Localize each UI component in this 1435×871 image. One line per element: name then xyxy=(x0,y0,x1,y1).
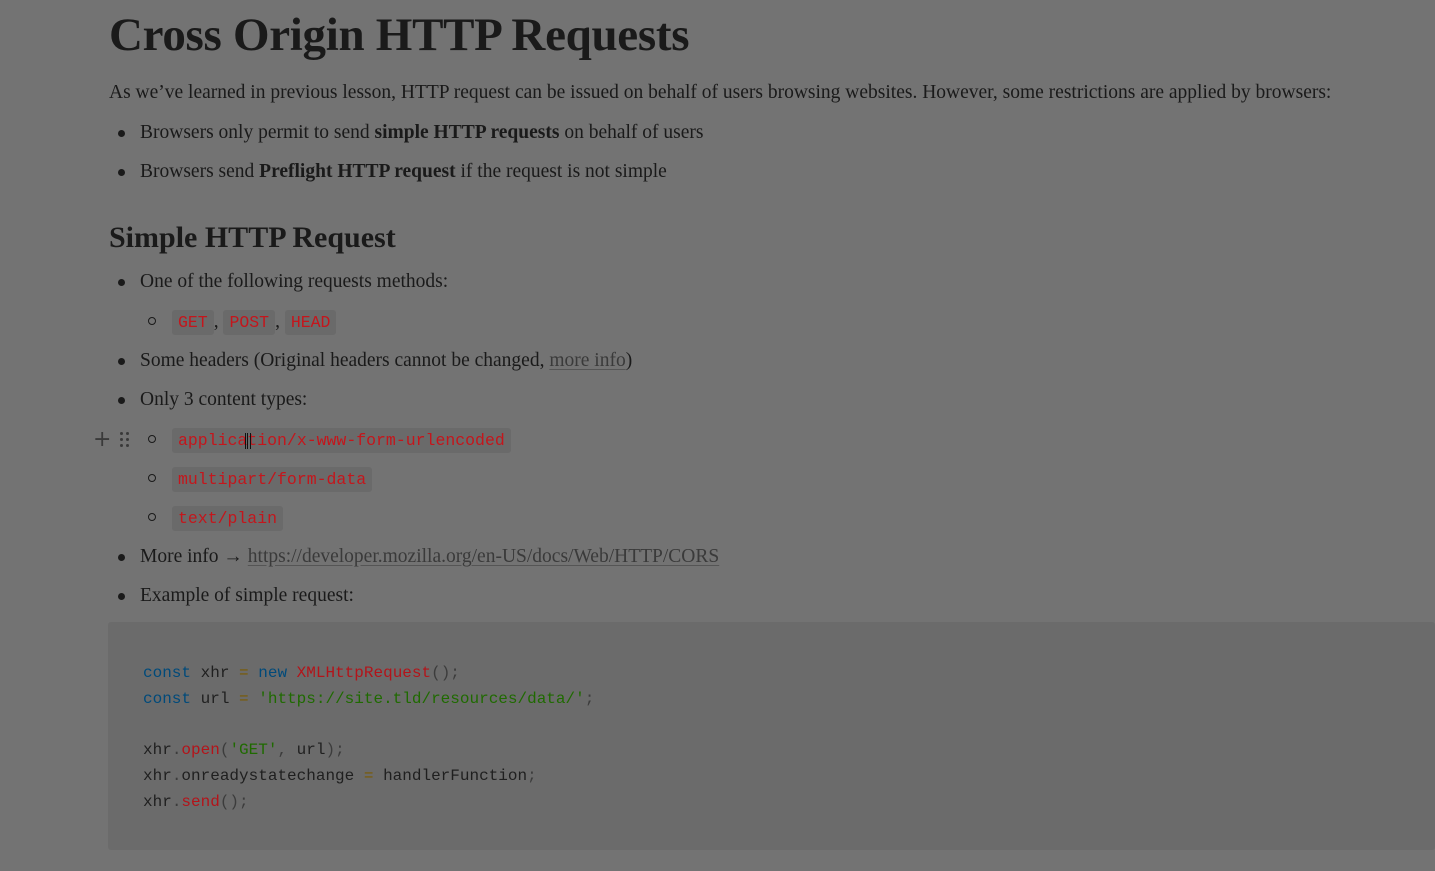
text-cursor-icon xyxy=(245,433,251,449)
bullet-icon xyxy=(118,130,125,137)
inline-code: text/plain xyxy=(172,506,284,531)
bullet-icon xyxy=(118,358,125,365)
inline-code: application/x-www-form-urlencoded xyxy=(172,428,511,453)
list-item: Some headers (Original headers cannot be… xyxy=(118,346,632,376)
list-item: Example of simple request: xyxy=(118,581,354,611)
bullet-icon xyxy=(118,397,125,404)
list-item-content-type: multipart/form-data xyxy=(148,464,373,494)
list-item-content-type[interactable]: application/x-www-form-urlencoded xyxy=(148,425,511,455)
bullet-icon xyxy=(118,279,125,286)
list-item-content-type: text/plain xyxy=(148,503,284,533)
section-heading: Simple HTTP Request xyxy=(109,221,396,254)
code-line: const url = 'https://site.tld/resources/… xyxy=(143,689,595,708)
inline-code: POST xyxy=(223,310,276,335)
code-line: xhr.open('GET', url); xyxy=(143,741,345,760)
list-item: Browsers send Preflight HTTP request if … xyxy=(118,157,667,187)
list-item: One of the following requests methods: xyxy=(118,267,448,297)
inline-code: multipart/form-data xyxy=(172,467,373,492)
mdn-cors-link[interactable]: https://developer.mozilla.org/en-US/docs… xyxy=(248,546,719,567)
bullet-icon xyxy=(118,169,125,176)
drag-handle-icon[interactable] xyxy=(120,432,130,448)
code-line: xhr.send(); xyxy=(143,792,249,811)
list-item: More info → https://developer.mozilla.or… xyxy=(118,542,719,572)
circle-bullet-icon xyxy=(148,435,156,443)
bullet-icon xyxy=(118,554,125,561)
page-title: Cross Origin HTTP Requests xyxy=(109,9,690,61)
circle-bullet-icon xyxy=(148,317,156,325)
code-line: const xhr = new XMLHttpRequest(); xyxy=(143,664,460,682)
circle-bullet-icon xyxy=(148,513,156,521)
code-content: const xhr = new XMLHttpRequest(); const … xyxy=(143,661,594,816)
circle-bullet-icon xyxy=(148,474,156,482)
list-item-methods: GET, POST, HEAD xyxy=(148,307,337,337)
list-item: Browsers only permit to send simple HTTP… xyxy=(118,118,703,148)
intro-paragraph: As we’ve learned in previous lesson, HTT… xyxy=(109,82,1332,103)
code-line: xhr.onreadystatechange = handlerFunction… xyxy=(143,767,537,786)
code-block[interactable]: const xhr = new XMLHttpRequest(); const … xyxy=(108,622,1435,850)
bullet-icon xyxy=(118,593,125,600)
document-page: Cross Origin HTTP Requests As we’ve lear… xyxy=(0,0,1435,871)
inline-code: HEAD xyxy=(284,310,337,335)
plus-icon[interactable]: + xyxy=(93,429,111,451)
inline-code: GET xyxy=(172,310,214,335)
list-item: Only 3 content types: xyxy=(118,385,307,415)
more-info-link[interactable]: more info xyxy=(549,350,625,371)
